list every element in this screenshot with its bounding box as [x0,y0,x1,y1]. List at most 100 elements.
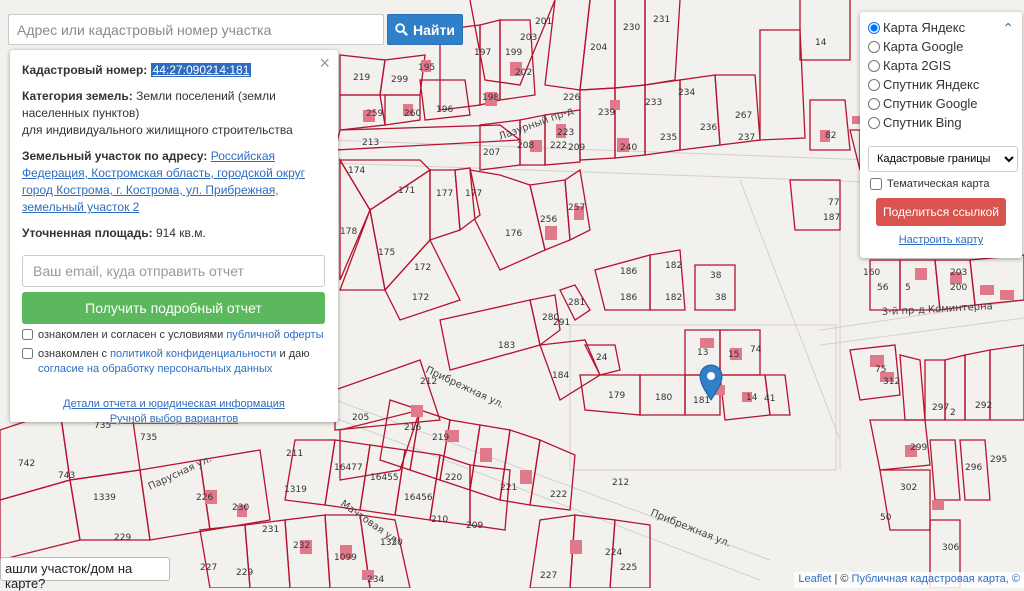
svg-text:13: 13 [697,348,708,358]
privacy-agreement-text: ознакомлен с политикой конфиденциальност… [38,348,310,375]
svg-text:219: 219 [432,433,449,443]
layer-option-2gis-map[interactable]: Карта 2GIS [868,56,1014,75]
layer-radio[interactable] [868,21,880,34]
consent-link[interactable]: согласие на обработку персональных данны… [38,363,272,375]
layer-option-google-map[interactable]: Карта Google [868,37,1014,56]
share-link-button[interactable]: Поделиться ссылкой [876,198,1006,226]
svg-text:172: 172 [414,263,431,273]
svg-text:182: 182 [665,293,682,303]
svg-text:205: 205 [352,413,369,423]
svg-text:224: 224 [605,548,622,558]
svg-text:74: 74 [750,345,762,355]
layer-option-bing-satellite[interactable]: Спутник Bing [868,113,1014,132]
offer-checkbox[interactable] [22,329,33,340]
svg-text:24: 24 [596,353,608,363]
chevron-up-icon[interactable]: ⌃ [1002,20,1014,37]
svg-text:183: 183 [498,341,515,351]
svg-text:231: 231 [653,15,670,25]
svg-text:176: 176 [505,229,522,239]
svg-text:235: 235 [660,133,677,143]
search-button[interactable]: Найти [387,14,463,45]
svg-text:292: 292 [975,401,992,411]
svg-text:5: 5 [905,283,911,293]
svg-text:199: 199 [505,48,522,58]
layers-panel: ⌃ Карта Яндекс Карта Google Карта 2GIS С… [860,12,1022,258]
layer-option-yandex-satellite[interactable]: Спутник Яндекс [868,75,1014,94]
svg-text:219: 219 [353,73,370,83]
svg-text:175: 175 [378,248,395,258]
privacy-policy-link[interactable]: политикой конфиденциальности [110,348,276,360]
svg-text:207: 207 [483,148,500,158]
svg-text:198: 198 [482,93,499,103]
svg-text:236: 236 [700,123,717,133]
svg-text:14: 14 [815,38,827,48]
svg-text:160: 160 [863,268,880,278]
svg-text:296: 296 [965,463,982,473]
svg-text:16455: 16455 [370,473,399,483]
svg-text:259: 259 [366,109,383,119]
svg-text:221: 221 [500,483,517,493]
svg-text:226: 226 [563,93,580,103]
offer-link[interactable]: публичной оферты [226,329,323,341]
svg-text:1319: 1319 [284,485,307,495]
svg-text:184: 184 [552,371,569,381]
svg-text:291: 291 [553,318,570,328]
svg-text:172: 172 [412,293,429,303]
email-field[interactable] [22,255,325,287]
privacy-checkbox[interactable] [22,348,33,359]
cadastral-number-value[interactable]: 44:27:090214:181 [150,63,252,77]
leaflet-link[interactable]: Leaflet [798,573,831,585]
layer-radio[interactable] [868,116,880,129]
configure-map-link[interactable]: Настроить карту [868,234,1014,246]
privacy-agreement: ознакомлен с политикой конфиденциальност… [22,347,326,377]
svg-text:230: 230 [232,503,249,513]
layer-radio[interactable] [868,97,880,110]
svg-text:77: 77 [828,198,839,208]
svg-text:227: 227 [200,563,217,573]
svg-text:186: 186 [620,293,637,303]
map-attribution: Leaflet | © Публичная кадастровая карта,… [794,572,1024,588]
layer-radio[interactable] [868,78,880,91]
land-usage-value: для индивидуального жилищного строительс… [22,123,293,137]
cadastral-source-link[interactable]: Публичная кадастровая карта, © [852,573,1020,585]
layer-radio[interactable] [868,40,880,53]
svg-text:210: 210 [431,515,448,525]
svg-text:237: 237 [738,133,755,143]
found-parcel-prompt[interactable]: ашли участок/дом на карте? [0,557,170,591]
svg-text:187: 187 [823,213,840,223]
svg-text:312: 312 [883,377,900,387]
svg-text:260: 260 [404,109,421,119]
layer-option-yandex-map[interactable]: Карта Яндекс [868,18,1014,37]
svg-text:14: 14 [746,393,758,403]
svg-text:1099: 1099 [334,553,357,563]
svg-text:240: 240 [620,143,637,153]
svg-text:223: 223 [557,128,574,138]
offer-agreement-text: ознакомлен и согласен с условиями публич… [38,329,324,341]
layer-option-google-satellite[interactable]: Спутник Google [868,94,1014,113]
search-input[interactable] [8,14,384,45]
svg-text:56: 56 [877,283,889,293]
svg-text:213: 213 [362,138,379,148]
svg-text:174: 174 [348,166,365,176]
report-details-link[interactable]: Детали отчета и юридическая информация [63,398,285,410]
cadastral-number-row: Кадастровый номер: 44:27:090214:181 [22,62,326,79]
manual-selection-link[interactable]: Ручной выбор вариантов [110,413,238,425]
svg-text:182: 182 [665,261,682,271]
close-icon[interactable]: × [319,54,330,72]
svg-text:203: 203 [520,33,537,43]
land-category-label: Категория земель: [22,89,133,103]
layer-radio[interactable] [868,59,880,72]
svg-text:306: 306 [942,543,959,553]
svg-text:82: 82 [825,131,836,141]
svg-text:742: 742 [18,459,35,469]
svg-text:297: 297 [932,403,949,413]
svg-text:50: 50 [880,513,892,523]
parcel-info-panel: × Кадастровый номер: 44:27:090214:181 Ка… [10,50,338,425]
overlay-select[interactable]: Кадастровые границы [868,146,1018,172]
thematic-checkbox[interactable] [870,178,882,190]
svg-text:171: 171 [398,186,415,196]
thematic-map-toggle[interactable]: Тематическая карта [868,178,1014,190]
get-report-button[interactable]: Получить подробный отчет [22,292,325,324]
svg-text:38: 38 [715,293,727,303]
svg-text:735: 735 [140,433,157,443]
